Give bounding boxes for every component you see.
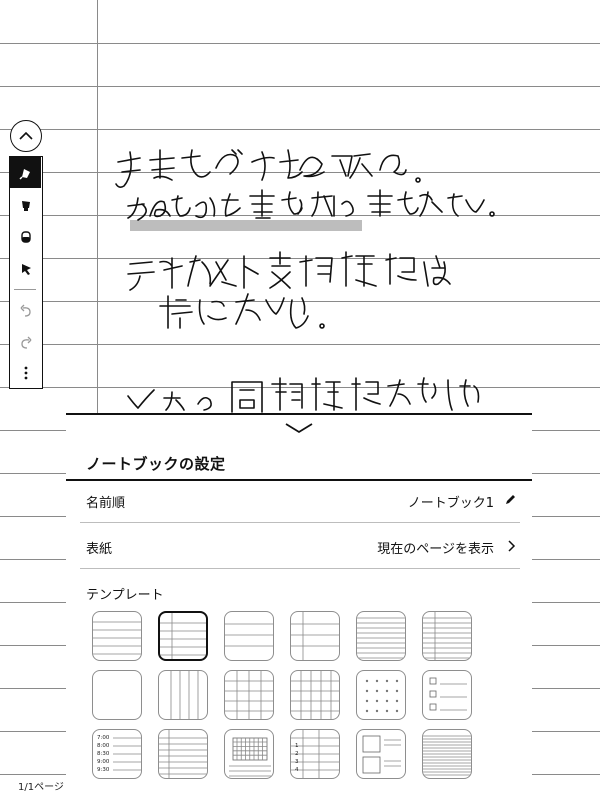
handwriting-line-2 <box>127 189 495 221</box>
eraser-tool-button[interactable] <box>10 221 41 252</box>
template-lined-narrow[interactable] <box>356 611 406 661</box>
row-numbers: 1 2 3 4 <box>295 742 299 774</box>
row-number-label: 3 <box>295 759 299 765</box>
undo-icon <box>20 304 31 317</box>
pencil-icon[interactable] <box>504 494 516 506</box>
template-preview <box>423 735 471 776</box>
template-preview <box>357 617 405 659</box>
template-schedule[interactable]: 7:00 8:00 8:30 9:00 9:30 <box>92 729 142 779</box>
toolbar-toggle-button[interactable] <box>10 120 42 152</box>
undo-button[interactable] <box>10 295 41 326</box>
sheet-collapse-handle[interactable] <box>284 419 314 438</box>
template-checklist[interactable] <box>422 670 472 720</box>
handwriting-line-3 <box>127 251 451 291</box>
template-preview <box>365 679 399 713</box>
schedule-time-label: 9:30 <box>97 767 110 773</box>
template-preview <box>225 623 273 647</box>
template-dense-lined[interactable] <box>422 729 472 779</box>
row-number-label: 4 <box>295 767 299 773</box>
handwriting-line-1 <box>115 149 421 188</box>
template-preview <box>429 677 467 711</box>
schedule-time-label: 7:00 <box>97 735 110 741</box>
template-preview <box>225 671 273 719</box>
template-preview <box>229 737 271 777</box>
row-divider <box>80 522 520 523</box>
template-numbered-list[interactable]: 1 2 3 4 <box>290 729 340 779</box>
template-columns-lined[interactable] <box>224 670 274 720</box>
cover-label: 表紙 <box>86 542 113 557</box>
eraser-icon <box>20 230 31 243</box>
template-table[interactable] <box>158 729 208 779</box>
handwriting-line-4 <box>159 293 325 329</box>
template-lined-margin-wide[interactable] <box>290 611 340 661</box>
row-number-label: 1 <box>295 743 299 749</box>
schedule-time-label: 8:30 <box>97 751 110 757</box>
template-preview <box>291 671 339 719</box>
template-lined-margin[interactable] <box>158 611 208 661</box>
marker-tool-button[interactable] <box>10 189 41 220</box>
template-preview <box>170 671 199 719</box>
lasso-tool-button[interactable] <box>10 253 41 284</box>
template-dot-grid[interactable] <box>356 670 406 720</box>
chevron-right-icon <box>508 540 516 552</box>
template-preview <box>423 612 471 660</box>
toolbar-divider <box>14 289 36 290</box>
pen-tool-button[interactable] <box>10 157 41 188</box>
template-calendar[interactable] <box>224 729 274 779</box>
sheet-title: ノートブックの設定 <box>86 455 226 473</box>
more-icon <box>24 366 27 379</box>
template-preview <box>160 613 206 659</box>
template-preview <box>93 621 141 655</box>
redo-button[interactable] <box>10 327 41 358</box>
notebook-name-row[interactable]: 名前順 ノートブック1 <box>80 481 520 523</box>
cover-value: 現在のページを表示 <box>377 542 494 557</box>
template-columns[interactable] <box>158 670 208 720</box>
notebook-name-value: ノートブック1 <box>407 496 494 511</box>
cover-row[interactable]: 表紙 現在のページを表示 <box>80 527 520 569</box>
redo-icon <box>20 336 31 349</box>
template-storyboard[interactable] <box>356 729 406 779</box>
template-preview <box>159 730 207 778</box>
row-number-label: 2 <box>295 751 299 757</box>
template-grid[interactable] <box>290 670 340 720</box>
handwriting-canvas[interactable] <box>0 0 600 420</box>
schedule-times: 7:00 8:00 8:30 9:00 9:30 <box>97 734 109 774</box>
schedule-time-label: 8:00 <box>97 743 110 749</box>
row-divider <box>80 568 520 569</box>
name-label: 名前順 <box>86 496 126 511</box>
schedule-time-label: 9:00 <box>97 759 110 765</box>
pen-icon <box>18 168 30 180</box>
lasso-icon <box>21 263 31 275</box>
page-indicator: 1/1ページ <box>18 782 64 793</box>
template-lined-wide[interactable] <box>224 611 274 661</box>
templates-heading: テンプレート <box>86 588 164 603</box>
highlight-stroke <box>130 220 362 231</box>
marker-icon <box>21 200 30 211</box>
chevron-down-icon <box>285 423 313 434</box>
template-preview <box>93 671 142 720</box>
chevron-up-icon <box>19 132 33 140</box>
notebook-settings-sheet: ノートブックの設定 名前順 ノートブック1 表紙 現在のページを表示 テンプレー… <box>66 413 532 802</box>
template-blank[interactable] <box>92 670 142 720</box>
template-lined-narrow-margin[interactable] <box>422 611 472 661</box>
drawing-toolbar <box>9 156 43 389</box>
template-preview <box>291 612 339 660</box>
template-preview <box>362 735 401 774</box>
template-lined[interactable] <box>92 611 142 661</box>
handwriting-line-5 <box>127 377 480 413</box>
more-options-button[interactable] <box>10 357 41 388</box>
